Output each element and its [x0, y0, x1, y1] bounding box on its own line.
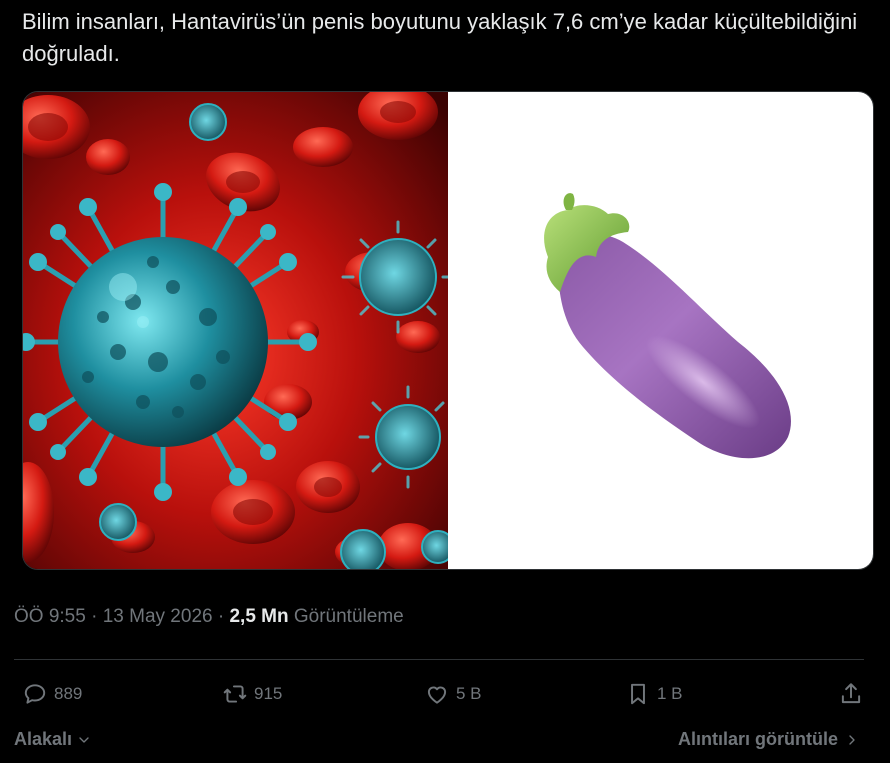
tweet-meta: ÖÖ 9:55 · 13 May 2026 · 2,5 Mn Görüntüle…	[14, 606, 404, 628]
bookmark-count: 1 B	[657, 684, 683, 703]
share-button[interactable]	[838, 672, 864, 716]
repost-count: 915	[254, 684, 283, 703]
chevron-right-icon	[849, 734, 855, 745]
views-count: 2,5 Mn	[229, 606, 289, 627]
views-label: Görüntüleme	[293, 606, 404, 627]
sort-replies-button[interactable]: Alakalı	[14, 729, 92, 750]
bookmark-button[interactable]: 1 B	[625, 672, 683, 716]
chevron-down-icon	[79, 736, 89, 743]
tweet-actions: 889 915 5 B 1 B	[14, 672, 864, 716]
like-button[interactable]: 5 B	[424, 672, 482, 716]
eggplant-image[interactable]	[448, 92, 873, 569]
repost-icon	[223, 685, 247, 703]
tweet-time[interactable]: ÖÖ 9:55	[14, 606, 86, 627]
heart-icon	[427, 686, 447, 704]
tweet-media[interactable]	[22, 91, 874, 570]
virus-image[interactable]	[23, 92, 448, 569]
eggplant-icon	[544, 193, 791, 459]
reply-button[interactable]: 889	[22, 672, 82, 716]
share-icon	[841, 683, 861, 704]
meta-separator: ·	[91, 606, 98, 627]
reply-icon	[24, 684, 46, 704]
view-quotes-link[interactable]: Alıntıları görüntüle	[678, 729, 860, 750]
meta-separator: ·	[217, 606, 225, 627]
repost-button[interactable]: 915	[222, 672, 282, 716]
sort-label: Alakalı	[14, 729, 73, 749]
view-quotes-label: Alıntıları görüntüle	[678, 729, 838, 749]
bookmark-icon	[631, 683, 645, 705]
tweet-text: Bilim insanları, Hantavirüs’ün penis boy…	[22, 9, 858, 66]
tweet-date[interactable]: 13 May 2026	[103, 606, 213, 627]
reply-count: 889	[54, 684, 83, 703]
like-count: 5 B	[456, 684, 482, 703]
divider	[14, 659, 864, 660]
